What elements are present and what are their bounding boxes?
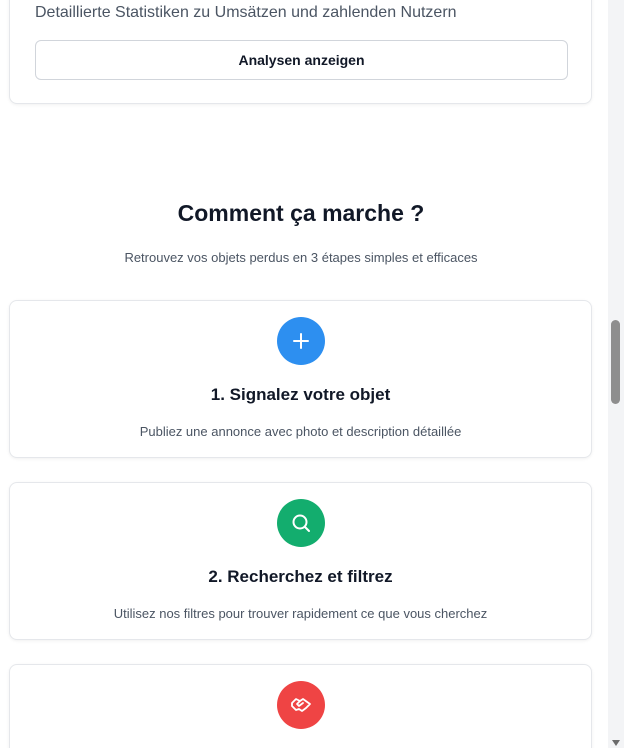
step-card-2: 2. Recherchez et filtrez Utilisez nos fi… <box>9 482 592 640</box>
scrollbar-thumb[interactable] <box>611 320 620 404</box>
step-title: 2. Recherchez et filtrez <box>208 567 393 586</box>
step-description: Utilisez nos filtres pour trouver rapide… <box>113 606 488 621</box>
page: Detaillierte Statistiken zu Umsätzen und… <box>0 0 624 748</box>
scroll-down-arrow-icon[interactable] <box>612 740 620 746</box>
vertical-scrollbar[interactable] <box>608 0 624 748</box>
section-subtitle: Retrouvez vos objets perdus en 3 étapes … <box>124 250 478 265</box>
step-description: Publiez une annonce avec photo et descri… <box>139 424 462 439</box>
handshake-icon <box>277 681 325 729</box>
step-card-3 <box>9 664 592 748</box>
search-icon <box>277 499 325 547</box>
analytics-card: Detaillierte Statistiken zu Umsätzen und… <box>9 0 592 104</box>
view-analytics-button[interactable]: Analysen anzeigen <box>35 40 568 80</box>
plus-icon <box>277 317 325 365</box>
main-content: Detaillierte Statistiken zu Umsätzen und… <box>0 0 608 748</box>
analytics-card-description: Detaillierte Statistiken zu Umsätzen und… <box>35 4 457 21</box>
section-title: Comment ça marche ? <box>177 200 425 226</box>
step-title: 1. Signalez votre objet <box>210 385 391 404</box>
step-card-1: 1. Signalez votre objet Publiez une anno… <box>9 300 592 458</box>
